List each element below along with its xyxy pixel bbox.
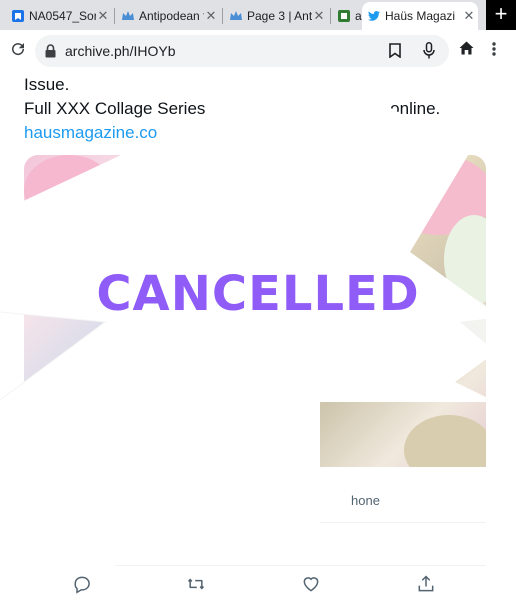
tweet-page: Issue. Full XXX Collage Series e online.… — [0, 72, 516, 600]
divider — [24, 565, 486, 566]
retweet-label[interactable]: Retweet — [34, 537, 81, 551]
crown-icon — [122, 10, 134, 22]
tweet-timestamp[interactable]: 10:32 AM · — [24, 493, 87, 508]
tweet-source: hone — [351, 493, 380, 508]
tweet-text-line: e online. — [376, 99, 441, 118]
twitter-bird-icon — [368, 10, 380, 22]
url-text[interactable]: archive.ph/IHOYb — [65, 43, 176, 59]
retweet-icon[interactable] — [186, 574, 208, 596]
divider — [24, 522, 486, 523]
archive-icon — [338, 10, 350, 22]
tab-title: NA0547_Son — [29, 9, 96, 23]
tweet-stats: 1 Retweet 23 — [27, 537, 108, 551]
bookmark-icon[interactable] — [389, 43, 401, 63]
reply-icon[interactable] — [72, 574, 94, 596]
tab-antipodean[interactable]: Antipodean fi ✕ — [116, 3, 220, 29]
share-icon[interactable] — [416, 574, 438, 596]
tab-title: Page 3 | Antip — [247, 9, 312, 23]
bookmark-box-icon — [12, 10, 24, 22]
lock-icon — [45, 44, 56, 58]
home-icon[interactable] — [459, 41, 474, 60]
tab-strip: NA0547_Son ✕ Antipodean fi ✕ Page 3 | An… — [0, 0, 516, 30]
tweet-text-line: Full XXX Collage Series — [24, 99, 206, 118]
crown-icon — [230, 10, 242, 22]
tab-na0547[interactable]: NA0547_Son ✕ — [6, 3, 112, 29]
toolbar: archive.ph/IHOYb — [0, 30, 516, 72]
tab-page3-antipodean[interactable]: Page 3 | Antip ✕ — [224, 3, 328, 29]
address-bar[interactable]: archive.ph/IHOYb — [35, 35, 449, 67]
tweet-text-line: Issue. — [24, 75, 70, 94]
retweet-count[interactable]: 1 — [27, 537, 34, 551]
new-tab-button[interactable]: + — [486, 0, 516, 30]
tweet-actions — [0, 572, 516, 600]
tweet-link[interactable]: hausmagazine.co — [24, 123, 157, 143]
tab-title: arc — [355, 9, 362, 23]
tab-archive[interactable]: arc — [332, 3, 362, 29]
like-icon[interactable] — [301, 574, 323, 596]
tab-haus-magazine[interactable]: Haüs Magazi ✕ — [362, 2, 478, 30]
tab-title: Haüs Magazi — [385, 9, 456, 23]
reload-icon[interactable] — [9, 40, 27, 62]
microphone-icon[interactable] — [423, 42, 435, 64]
close-icon[interactable]: ✕ — [96, 8, 110, 24]
close-icon[interactable]: ✕ — [312, 8, 326, 24]
close-icon[interactable]: ✕ — [204, 8, 218, 24]
close-icon[interactable]: ✕ — [462, 8, 476, 24]
tab-separator — [330, 8, 331, 24]
tab-title: Antipodean fi — [139, 9, 204, 23]
more-menu-icon[interactable] — [492, 42, 496, 60]
tab-separator — [114, 8, 115, 24]
like-count[interactable]: 23 — [94, 537, 107, 551]
tab-separator — [222, 8, 223, 24]
cancelled-stamp: CANCELLED — [96, 266, 420, 322]
